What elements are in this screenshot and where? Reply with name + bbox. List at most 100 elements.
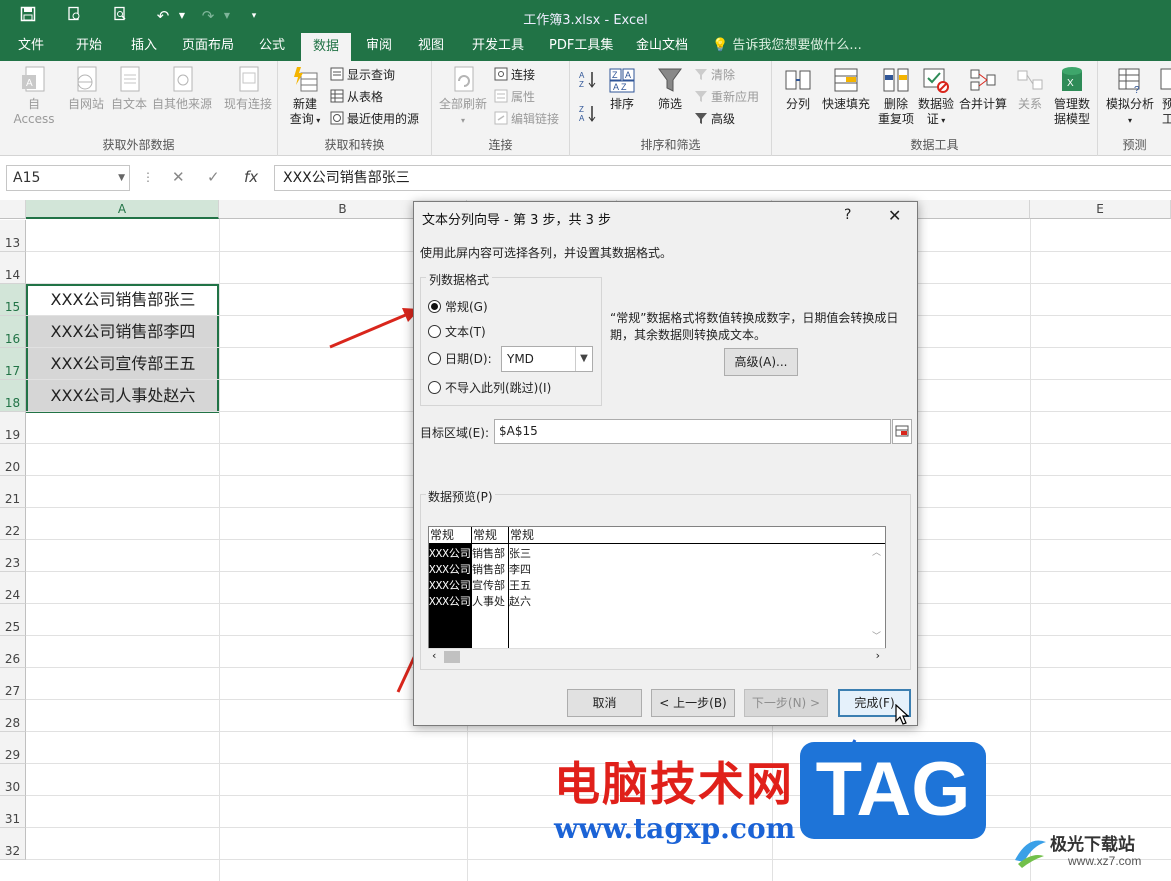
cancel-icon[interactable]: ✕ [172, 168, 185, 186]
cell-a16[interactable]: XXX公司销售部李四 [27, 316, 219, 347]
radio-date[interactable]: 日期(D): [428, 350, 492, 368]
row-header[interactable]: 30 [0, 764, 26, 796]
properties-button[interactable]: 属性 [494, 87, 535, 107]
row-header[interactable]: 15 [0, 284, 26, 316]
row-header[interactable]: 17 [0, 348, 26, 380]
connections-button[interactable]: 连接 [494, 65, 535, 85]
refresh-all-button[interactable]: 全部刷新 ▾ [436, 65, 490, 128]
row-header[interactable]: 26 [0, 636, 26, 668]
from-web-button[interactable]: 自网站 [64, 65, 108, 112]
scroll-down-icon[interactable]: ﹀ [872, 629, 881, 642]
scroll-up-icon[interactable]: ︿ [872, 545, 881, 558]
scroll-right-icon[interactable]: › [876, 649, 880, 662]
horizontal-scrollbar[interactable]: ‹ › [428, 648, 886, 664]
radio-general[interactable]: 常规(G) [428, 298, 488, 316]
cell-a15[interactable]: XXX公司销售部张三 [27, 284, 219, 315]
row-header[interactable]: 22 [0, 508, 26, 540]
column-header-a[interactable]: A [26, 200, 219, 219]
tab-insert[interactable]: 插入 [125, 33, 163, 61]
from-table-button[interactable]: 从表格 [330, 87, 383, 107]
cancel-button[interactable]: 取消 [567, 689, 642, 717]
formula-input[interactable]: XXX公司销售部张三 [274, 165, 1171, 191]
sort-descending-button[interactable]: ZA [578, 103, 598, 123]
tab-review[interactable]: 审阅 [360, 33, 398, 61]
manage-data-model-button[interactable]: X 管理数 据模型 [1050, 65, 1094, 127]
remove-duplicates-button[interactable]: 删除 重复项 [874, 65, 918, 127]
row-header[interactable]: 25 [0, 604, 26, 636]
advanced-filter-button[interactable]: 高级 [694, 109, 735, 129]
back-button[interactable]: < 上一步(B) [651, 689, 735, 717]
recent-sources-button[interactable]: 最近使用的源 [330, 109, 419, 129]
next-button[interactable]: 下一步(N) > [744, 689, 828, 717]
scroll-left-icon[interactable]: ‹ [432, 649, 436, 662]
new-query-button[interactable]: 新建 查询 ▾ [284, 65, 326, 128]
forecast-sheet-button[interactable]: 预工 [1158, 65, 1171, 127]
text-to-columns-button[interactable]: 分列 [778, 65, 818, 112]
radio-date-circle[interactable] [428, 352, 441, 365]
insert-function-icon[interactable]: fx [244, 168, 258, 186]
tab-kingsoft-docs[interactable]: 金山文档 [630, 33, 694, 61]
row-header[interactable]: 29 [0, 732, 26, 764]
row-header[interactable]: 13 [0, 220, 26, 252]
from-other-sources-button[interactable]: 自其他来源 [150, 65, 214, 112]
row-header[interactable]: 16 [0, 316, 26, 348]
scroll-thumb[interactable] [444, 651, 460, 663]
what-if-analysis-button[interactable]: ? 模拟分析 ▾ [1102, 65, 1158, 128]
row-header[interactable]: 32 [0, 828, 26, 860]
radio-skip-circle[interactable] [428, 381, 441, 394]
row-header[interactable]: 14 [0, 252, 26, 284]
radio-skip[interactable]: 不导入此列(跳过)(I) [428, 379, 551, 397]
clear-filter-button[interactable]: 清除 [694, 65, 735, 85]
data-preview[interactable]: 常规 常规 常规 XXX公司 销售部 张三 XXX公司 销售部 李四 XXX公司… [428, 526, 886, 664]
show-queries-button[interactable]: 显示查询 [330, 65, 395, 85]
reapply-button[interactable]: 重新应用 [694, 87, 759, 107]
tab-data[interactable]: 数据 [301, 33, 351, 61]
row-header[interactable]: 23 [0, 540, 26, 572]
sort-ascending-button[interactable]: AZ [578, 69, 598, 89]
consolidate-button[interactable]: 合并计算 [958, 65, 1008, 112]
radio-text-circle[interactable] [428, 325, 441, 338]
from-text-button[interactable]: 自文本 [108, 65, 150, 112]
cell-a18[interactable]: XXX公司人事处赵六 [27, 380, 219, 411]
filter-button[interactable]: 筛选 [652, 65, 688, 112]
select-all-corner[interactable] [0, 200, 26, 219]
flash-fill-button[interactable]: 快速填充 [818, 65, 874, 112]
help-icon[interactable]: ? [844, 207, 851, 223]
preview-header-1[interactable]: 常规 [429, 527, 471, 544]
tab-home[interactable]: 开始 [70, 33, 108, 61]
tell-me-box[interactable]: 💡 告诉我您想要做什么... [712, 33, 862, 61]
name-box[interactable]: A15 ▼ [6, 165, 130, 191]
data-validation-button[interactable]: 数据验证 ▾ [916, 65, 956, 128]
name-box-dropdown-icon[interactable]: ▼ [118, 166, 125, 190]
radio-general-circle[interactable] [428, 300, 441, 313]
chevron-down-icon[interactable]: ▼ [575, 347, 592, 371]
range-picker-icon[interactable] [892, 419, 912, 444]
row-header[interactable]: 27 [0, 668, 26, 700]
radio-text[interactable]: 文本(T) [428, 323, 486, 341]
tab-view[interactable]: 视图 [412, 33, 450, 61]
row-header[interactable]: 19 [0, 412, 26, 444]
tab-formulas[interactable]: 公式 [253, 33, 291, 61]
row-header[interactable]: 18 [0, 380, 26, 412]
from-access-button[interactable]: A 自 Access [6, 65, 62, 127]
relationships-button[interactable]: 关系 [1010, 65, 1050, 112]
preview-header-3[interactable]: 常规 [509, 527, 885, 544]
advanced-button[interactable]: 高级(A)... [724, 348, 798, 376]
row-header[interactable]: 24 [0, 572, 26, 604]
row-header[interactable]: 20 [0, 444, 26, 476]
enter-icon[interactable]: ✓ [207, 168, 220, 186]
tab-developer[interactable]: 开发工具 [466, 33, 530, 61]
tab-pdf-tools[interactable]: PDF工具集 [543, 33, 619, 61]
tab-page-layout[interactable]: 页面布局 [176, 33, 240, 61]
close-icon[interactable]: ✕ [888, 206, 901, 225]
cell-a17[interactable]: XXX公司宣传部王五 [27, 348, 219, 379]
date-format-select[interactable]: YMD ▼ [501, 346, 593, 372]
tab-file[interactable]: 文件 [12, 33, 50, 61]
row-header[interactable]: 28 [0, 700, 26, 732]
row-header[interactable]: 21 [0, 476, 26, 508]
sort-button[interactable]: ZAA Z 排序 [604, 65, 640, 112]
existing-connections-button[interactable]: 现有连接 [222, 65, 274, 112]
column-header-e[interactable]: E [1030, 200, 1171, 219]
row-header[interactable]: 31 [0, 796, 26, 828]
edit-links-button[interactable]: 编辑链接 [494, 109, 559, 129]
